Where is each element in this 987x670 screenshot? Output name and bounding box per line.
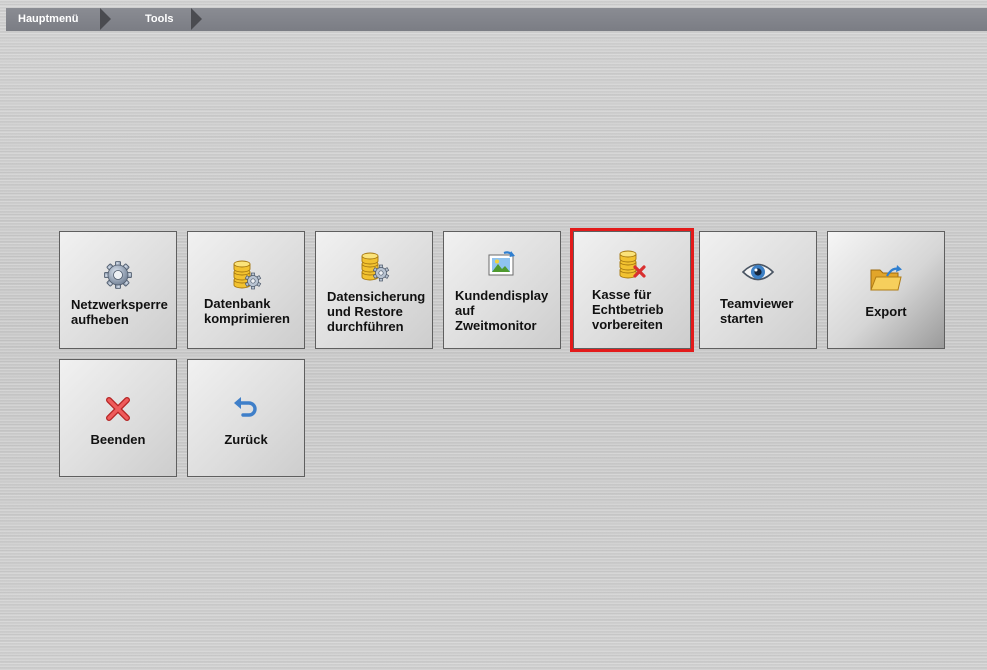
kasse-echtbetrieb-vorbereiten-button[interactable]: Kasse für Echtbetrieb vorbereiten: [573, 231, 691, 349]
close-x-icon: [60, 395, 176, 423]
chevron-right-icon: [191, 8, 202, 30]
eye-icon: [700, 259, 816, 285]
tile-label: Beenden: [90, 432, 146, 447]
chevron-right-icon: [100, 8, 111, 30]
database-gear-icon: [188, 258, 304, 290]
tile-label: Export: [865, 304, 907, 319]
breadcrumb-item-hauptmenu[interactable]: Hauptmenü: [6, 8, 111, 31]
undo-arrow-icon: [188, 396, 304, 420]
netzwerksperre-aufheben-button[interactable]: Netzwerksperre aufheben: [59, 231, 177, 349]
tile-label: Teamviewer starten: [720, 296, 794, 326]
database-delete-icon: [574, 248, 690, 280]
teamviewer-starten-button[interactable]: Teamviewer starten: [699, 231, 817, 349]
zuruck-button[interactable]: Zurück: [187, 359, 305, 477]
database-gear-icon: [316, 250, 432, 282]
monitor-image-icon: [444, 248, 560, 280]
datensicherung-restore-button[interactable]: Datensicherung und Restore durchführen: [315, 231, 433, 349]
gear-icon: [60, 260, 176, 290]
tile-label: Datensicherung und Restore durchführen: [327, 289, 426, 334]
breadcrumb: Hauptmenü Tools: [6, 8, 987, 31]
datenbank-komprimieren-button[interactable]: Datenbank komprimieren: [187, 231, 305, 349]
tile-label: Kundendisplay auf Zweitmonitor: [455, 288, 549, 333]
breadcrumb-item-tools[interactable]: Tools: [100, 8, 202, 31]
tile-label: Kasse für Echtbetrieb vorbereiten: [592, 287, 664, 332]
kundendisplay-zweitmonitor-button[interactable]: Kundendisplay auf Zweitmonitor: [443, 231, 561, 349]
tile-label: Zurück: [224, 432, 268, 447]
tile-label: Netzwerksperre aufheben: [71, 297, 168, 327]
tile-label: Datenbank komprimieren: [204, 296, 290, 326]
folder-export-icon: [828, 264, 944, 292]
export-button[interactable]: Export: [827, 231, 945, 349]
breadcrumb-label: Tools: [145, 13, 174, 25]
beenden-button[interactable]: Beenden: [59, 359, 177, 477]
breadcrumb-label: Hauptmenü: [18, 13, 79, 25]
